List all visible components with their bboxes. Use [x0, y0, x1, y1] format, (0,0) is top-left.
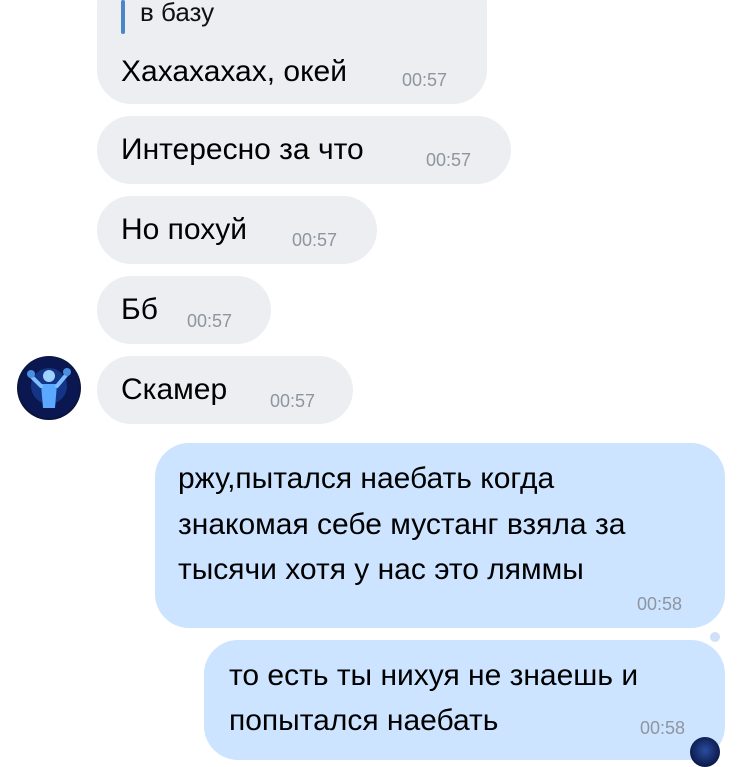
message-time: 00:57 [292, 230, 338, 250]
message-text: Хахахахах, окей [121, 55, 347, 88]
sender-avatar-icon[interactable] [17, 356, 81, 420]
reply-quote-text[interactable]: в базу [140, 0, 214, 32]
user-avatar-icon [19, 358, 79, 418]
message-line: попытался наебать [229, 704, 499, 737]
message-line: ржу,пытался наебать когда [178, 462, 555, 495]
message-text: Интересно за что [121, 133, 364, 166]
message-text: Но похуй [121, 213, 248, 246]
unread-indicator [710, 632, 720, 642]
message-time: 00:58 [637, 594, 683, 614]
message-time: 00:57 [187, 311, 233, 331]
read-receipt-avatar-icon [690, 737, 720, 767]
message-text: Бб [121, 293, 158, 326]
message-time: 00:57 [402, 70, 448, 90]
message-line: то есть ты нихуя не знаешь и [229, 659, 639, 692]
message-line: тысячи хотя у нас это ляммы [178, 553, 584, 586]
message-time: 00:58 [640, 718, 686, 738]
message-text: Скамер [121, 373, 228, 406]
message-time: 00:57 [426, 150, 472, 170]
message-time: 00:57 [270, 391, 316, 411]
reply-quote-bar [121, 0, 125, 34]
message-line: знакомая себе мустанг взяла за [178, 508, 626, 541]
